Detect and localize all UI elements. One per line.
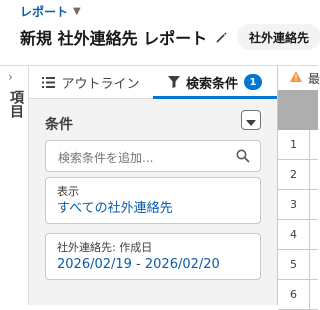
filter-card-label: 表示 — [57, 185, 79, 198]
table-cell — [310, 220, 318, 249]
filter-card-show[interactable]: 表示 すべての社外連絡先 — [45, 177, 261, 224]
filters-section-title: 条件 — [45, 117, 73, 133]
breadcrumb-label[interactable]: レポート — [20, 3, 68, 20]
filter-card-created-date[interactable]: 社外連絡先: 作成日 2026/02/19 - 2026/02/20 — [45, 233, 261, 280]
table-cell — [310, 160, 318, 189]
row-number: 1 — [278, 130, 310, 159]
fields-rail-label[interactable]: 項目 — [6, 90, 26, 118]
report-header: レポート ▼ 新規 社外連絡先 レポート 社外連絡先 — [0, 0, 320, 66]
table-row: 1 — [278, 130, 318, 160]
preview-grid: 最 1 2 3 4 5 6 — [278, 66, 320, 310]
grid-rows: 1 2 3 4 5 6 — [278, 130, 318, 310]
table-row: 5 — [278, 250, 318, 280]
tab-filters[interactable]: 検索条件 1 — [153, 66, 277, 99]
tab-filters-label: 検索条件 — [185, 76, 238, 92]
tab-outline[interactable]: アウトライン — [29, 66, 153, 98]
filter-card-value[interactable]: 2026/02/19 - 2026/02/20 — [57, 256, 249, 273]
search-placeholder[interactable]: 検索条件を追加... — [58, 149, 153, 166]
preview-warning-tab[interactable]: 最 — [278, 66, 320, 90]
chevron-right-icon[interactable]: › — [8, 70, 13, 84]
table-row: 2 — [278, 160, 318, 190]
warning-icon — [290, 71, 302, 85]
page-title: 新規 社外連絡先 レポート — [20, 25, 228, 49]
row-number: 4 — [278, 220, 310, 249]
table-cell — [310, 130, 318, 159]
table-cell — [310, 190, 318, 219]
list-icon — [42, 76, 56, 88]
filter-card-label: 社外連絡先: 作成日 — [57, 241, 153, 254]
filter-count-badge: 1 — [244, 74, 262, 90]
filter-icon — [167, 76, 180, 88]
row-number: 2 — [278, 160, 310, 189]
breadcrumb[interactable]: レポート ▼ — [20, 3, 81, 20]
fields-side-rail[interactable]: › 項目 — [0, 66, 29, 305]
add-filter-search[interactable]: 検索条件を追加... — [45, 140, 261, 172]
search-icon[interactable] — [236, 149, 250, 163]
warning-text: 最 — [308, 71, 320, 86]
report-type-label: 社外連絡先 — [249, 30, 310, 45]
table-row: 4 — [278, 220, 318, 250]
report-type-pill: 社外連絡先 — [237, 24, 320, 50]
table-row: 3 — [278, 190, 318, 220]
pencil-icon[interactable] — [215, 31, 228, 44]
chevron-down-icon[interactable]: ▼ — [73, 6, 81, 17]
filters-panel: アウトライン 検索条件 1 条件 検索条件を追加... 表示 すべての社外連絡先… — [29, 66, 278, 305]
report-title: 新規 社外連絡先 レポート — [20, 29, 208, 48]
table-cell — [310, 250, 318, 279]
filter-card-value[interactable]: すべての社外連絡先 — [57, 200, 249, 217]
filter-menu-button[interactable] — [241, 110, 261, 130]
grid-header — [278, 90, 318, 130]
table-row: 6 — [278, 280, 318, 310]
panel-tabs: アウトライン 検索条件 1 — [29, 66, 277, 99]
chevron-down-icon — [246, 111, 256, 130]
tab-outline-label: アウトライン — [61, 76, 140, 92]
row-number: 5 — [278, 250, 310, 279]
row-number: 3 — [278, 190, 310, 219]
